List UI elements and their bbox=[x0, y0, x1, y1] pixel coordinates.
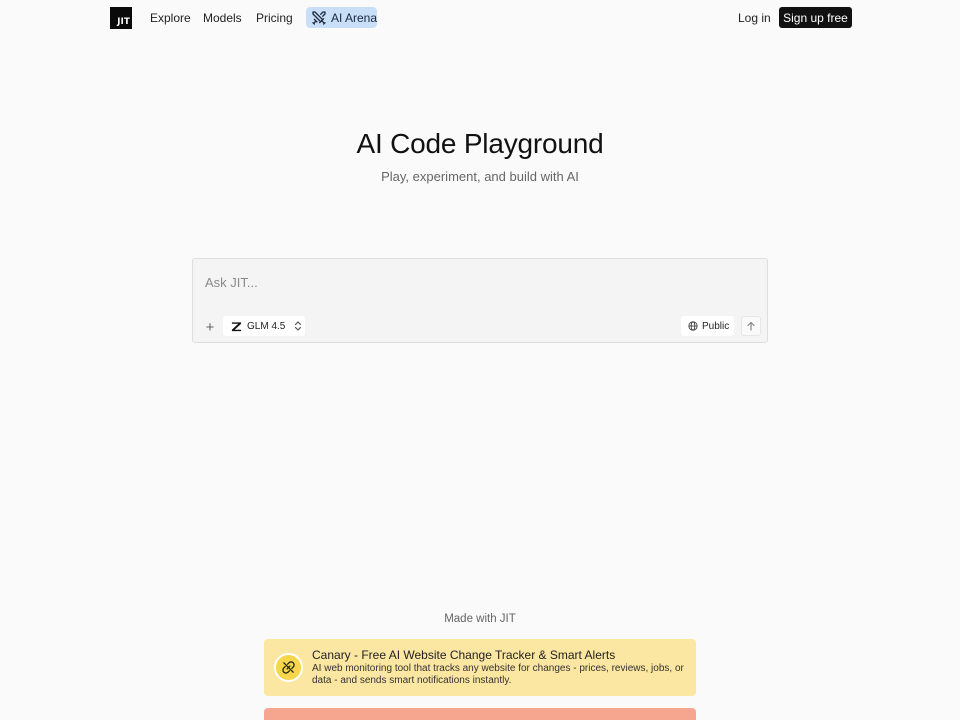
add-attachment-button[interactable]: + bbox=[201, 318, 219, 336]
made-with-heading: Made with JIT bbox=[444, 613, 516, 625]
login-link[interactable]: Log in bbox=[738, 11, 771, 25]
nav-models-link[interactable]: Models bbox=[203, 11, 242, 25]
showcase-card-2[interactable] bbox=[264, 708, 696, 720]
signup-button[interactable]: Sign up free bbox=[779, 7, 852, 28]
send-button[interactable] bbox=[741, 316, 761, 336]
signup-label: Sign up free bbox=[783, 10, 848, 25]
canary-logo-icon bbox=[274, 653, 303, 682]
top-nav: JIT Explore Models Pricing AI Arena Log … bbox=[0, 0, 960, 36]
nav-ai-arena-button[interactable]: AI Arena bbox=[306, 7, 377, 28]
showcase-card-description: AI web monitoring tool that tracks any w… bbox=[312, 663, 684, 686]
model-selector[interactable]: GLM 4.5 bbox=[223, 316, 305, 336]
showcase-card-title: Canary - Free AI Website Change Tracker … bbox=[312, 648, 616, 662]
jit-logo[interactable]: JIT bbox=[110, 7, 132, 29]
visibility-toggle[interactable]: Public bbox=[681, 316, 734, 336]
nav-pricing-link[interactable]: Pricing bbox=[256, 11, 293, 25]
prompt-composer: + GLM 4.5 Public bbox=[192, 258, 768, 343]
chevron-up-down-icon bbox=[295, 321, 302, 331]
showcase-card-canary[interactable]: Canary - Free AI Website Change Tracker … bbox=[264, 639, 696, 696]
globe-icon bbox=[688, 321, 698, 331]
crossed-swords-icon bbox=[312, 10, 326, 25]
model-label: GLM 4.5 bbox=[247, 320, 286, 332]
nav-ai-arena-label: AI Arena bbox=[330, 10, 378, 25]
page: JIT Explore Models Pricing AI Arena Log … bbox=[0, 0, 960, 720]
page-subtitle: Play, experiment, and build with AI bbox=[381, 169, 579, 184]
logo-text: JIT bbox=[117, 17, 130, 27]
nav-explore-link[interactable]: Explore bbox=[150, 11, 191, 25]
zhipu-logo-icon bbox=[231, 321, 242, 331]
plus-icon: + bbox=[205, 318, 215, 336]
prompt-input[interactable] bbox=[205, 273, 755, 291]
arrow-up-icon bbox=[747, 321, 755, 331]
page-title: AI Code Playground bbox=[356, 128, 604, 159]
visibility-label: Public bbox=[702, 320, 730, 332]
